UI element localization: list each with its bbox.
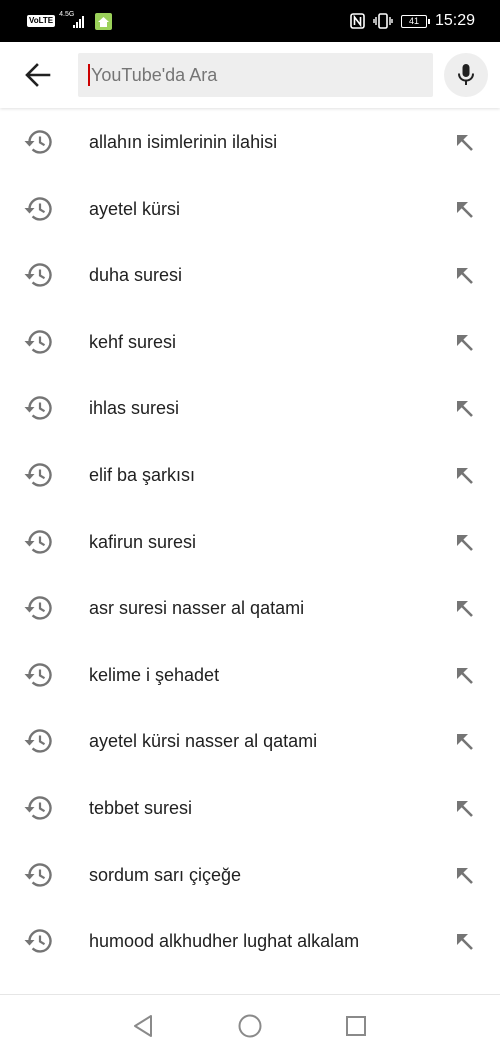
arrow-up-left-icon[interactable] xyxy=(451,928,479,956)
history-icon xyxy=(23,262,53,288)
history-item-label: kehf suresi xyxy=(89,331,177,352)
history-item[interactable]: sordum sarı çiçeğe xyxy=(0,842,500,909)
arrow-up-left-icon[interactable] xyxy=(451,262,479,290)
signal-bars-icon xyxy=(73,16,85,28)
history-item-label: kafirun suresi xyxy=(89,531,197,552)
app-notification-icon xyxy=(95,12,113,30)
status-clock: 15:29 xyxy=(434,12,475,29)
history-item[interactable]: ayetel kürsi nasser al qatami xyxy=(0,708,500,775)
nfc-icon xyxy=(350,13,365,29)
arrow-up-left-icon[interactable] xyxy=(451,795,479,823)
battery-indicator: 41 xyxy=(400,14,430,28)
status-bar: VoLTE 4.5G 41 15:29 xyxy=(0,0,500,42)
history-icon xyxy=(23,728,53,754)
history-item[interactable]: elif ba şarkısı xyxy=(0,442,500,509)
history-item[interactable]: kehf suresi xyxy=(0,309,500,376)
history-item[interactable]: allahın isimlerinin ilahisi xyxy=(0,109,500,176)
history-item-label: duha suresi xyxy=(89,265,183,286)
arrow-up-left-icon[interactable] xyxy=(451,529,479,557)
signal-indicator: 4.5G xyxy=(59,11,89,30)
arrow-up-left-icon[interactable] xyxy=(451,462,479,490)
search-box[interactable] xyxy=(78,53,433,97)
history-item-label: ayetel kürsi xyxy=(89,198,181,219)
history-item-label: humood alkhudher lughat alkalam xyxy=(89,931,360,952)
text-caret xyxy=(88,64,90,86)
history-item-label: ihlas suresi xyxy=(89,398,180,419)
history-item-label: tebbet suresi xyxy=(89,797,193,818)
arrow-up-left-icon[interactable] xyxy=(451,728,479,756)
history-item-label: kelime i şehadet xyxy=(89,664,220,685)
history-icon xyxy=(23,196,53,222)
history-item-label: asr suresi nasser al qatami xyxy=(89,598,305,619)
history-item[interactable]: ayetel kürsi xyxy=(0,176,500,243)
square-recents-icon xyxy=(346,1016,366,1036)
history-icon xyxy=(23,129,53,155)
arrow-up-left-icon[interactable] xyxy=(451,129,479,157)
search-history-list: allahın isimlerinin ilahisi ayetel kürsi d… xyxy=(0,109,500,975)
history-item-label: ayetel kürsi nasser al qatami xyxy=(89,731,318,752)
history-icon xyxy=(23,395,53,421)
microphone-icon xyxy=(458,64,474,85)
status-right: 41 15:29 xyxy=(350,10,475,32)
history-item[interactable]: humood alkhudher lughat alkalam xyxy=(0,908,500,975)
vibrate-icon xyxy=(373,13,393,29)
status-left: VoLTE 4.5G xyxy=(27,11,113,30)
history-item-label: allahın isimlerinin ilahisi xyxy=(89,132,278,152)
history-icon xyxy=(23,862,53,888)
nav-recents-button[interactable] xyxy=(343,1013,369,1039)
history-icon xyxy=(23,529,53,555)
history-icon xyxy=(23,329,53,355)
triangle-back-icon xyxy=(134,1015,152,1037)
circle-home-icon xyxy=(238,1014,262,1038)
arrow-up-left-icon[interactable] xyxy=(451,862,479,890)
volte-badge: VoLTE xyxy=(27,15,56,27)
history-icon xyxy=(23,795,53,821)
history-icon xyxy=(23,928,53,954)
arrow-up-left-icon[interactable] xyxy=(451,595,479,623)
search-toolbar xyxy=(0,42,500,108)
history-item[interactable]: tebbet suresi xyxy=(0,775,500,842)
history-item[interactable]: duha suresi xyxy=(0,242,500,309)
nav-back-button[interactable] xyxy=(130,1013,156,1039)
back-button[interactable] xyxy=(18,57,58,93)
arrow-up-left-icon[interactable] xyxy=(451,395,479,423)
history-item-label: elif ba şarkısı xyxy=(89,464,196,485)
history-icon xyxy=(23,662,53,688)
history-item[interactable]: asr suresi nasser al qatami xyxy=(0,575,500,642)
arrow-up-left-icon[interactable] xyxy=(451,329,479,357)
history-item[interactable]: kelime i şehadet xyxy=(0,642,500,709)
arrow-back-icon xyxy=(25,63,51,87)
arrow-up-left-icon[interactable] xyxy=(451,662,479,690)
arrow-up-left-icon[interactable] xyxy=(451,196,479,224)
history-item-label: sordum sarı çiçeğe xyxy=(89,864,242,885)
nav-home-button[interactable] xyxy=(237,1013,263,1039)
search-input[interactable] xyxy=(91,64,391,86)
network-type-label: 4.5G xyxy=(59,11,75,18)
history-icon xyxy=(23,595,53,621)
navigation-bar xyxy=(0,994,500,1055)
history-icon xyxy=(23,462,53,488)
history-item[interactable]: ihlas suresi xyxy=(0,375,500,442)
voice-search-button[interactable] xyxy=(444,53,488,97)
history-item[interactable]: kafirun suresi xyxy=(0,509,500,576)
